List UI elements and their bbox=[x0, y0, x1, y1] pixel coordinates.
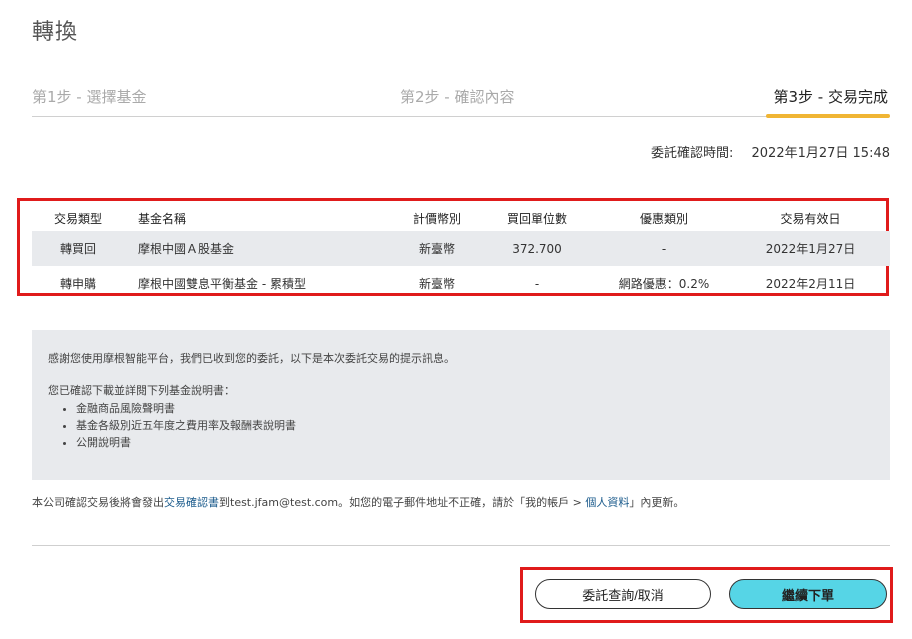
col-transaction-type: 交易類型 bbox=[53, 211, 102, 226]
prospectus-list: 金融商品風險聲明書 基金各級別近五年度之費用率及報酬表說明書 公開說明書 bbox=[60, 400, 296, 451]
list-item: 基金各級別近五年度之費用率及報酬表說明書 bbox=[76, 417, 296, 434]
cell-discount-type: - bbox=[597, 231, 731, 266]
confirmation-time: 委託確認時間: 2022年1月27日 15:48 bbox=[651, 142, 890, 161]
step-2-label: 第2步 - 確認內容 bbox=[400, 88, 515, 106]
email-note-text-2: 到test.jfam@test.com。如您的電子郵件地址不正確，請於「我的帳戶… bbox=[219, 496, 586, 509]
transaction-table: 交易類型 基金名稱 計價幣別 買回單位數 優惠類別 交易有效日 轉買回 摩根中國… bbox=[32, 205, 890, 301]
notice-panel: 感謝您使用摩根智能平台，我們已收到您的委託，以下是本次委託交易的提示訊息。 您已… bbox=[32, 330, 890, 480]
email-note: 本公司確認交易後將會發出交易確認書到test.jfam@test.com。如您的… bbox=[32, 494, 684, 510]
col-discount-type: 優惠類別 bbox=[639, 211, 688, 226]
cell-effective-date: 2022年1月27日 bbox=[731, 231, 890, 266]
cell-fund-name: 摩根中國雙息平衡基金 - 累積型 bbox=[138, 277, 306, 291]
personal-info-link[interactable]: 個人資料 bbox=[585, 496, 629, 509]
step-1-label: 第1步 - 選擇基金 bbox=[32, 88, 147, 106]
list-item: 公開說明書 bbox=[76, 434, 296, 451]
email-note-text-1: 本公司確認交易後將會發出 bbox=[32, 496, 164, 509]
notice-thanks-text: 感謝您使用摩根智能平台，我們已收到您的委託，以下是本次委託交易的提示訊息。 bbox=[48, 352, 455, 365]
cell-currency: 新臺幣 bbox=[397, 231, 477, 266]
order-query-cancel-button[interactable]: 委託查詢/取消 bbox=[535, 579, 711, 609]
list-item: 金融商品風險聲明書 bbox=[76, 400, 296, 417]
transaction-table-highlight: 交易類型 基金名稱 計價幣別 買回單位數 優惠類別 交易有效日 轉買回 摩根中國… bbox=[17, 198, 890, 296]
step-3-label: 第3步 - 交易完成 bbox=[773, 88, 889, 106]
trade-confirmation-link[interactable]: 交易確認書 bbox=[164, 496, 219, 509]
confirmation-time-label: 委託確認時間: bbox=[650, 146, 734, 161]
table-row: 轉申購 摩根中國雙息平衡基金 - 累積型 新臺幣 - 網路優惠：0.2% 202… bbox=[32, 266, 890, 301]
col-effective-date: 交易有效日 bbox=[780, 211, 841, 226]
section-divider bbox=[32, 545, 890, 546]
table-row: 轉買回 摩根中國Ａ股基金 新臺幣 372.700 - 2022年1月27日 bbox=[32, 231, 890, 266]
cell-discount-type: 網路優惠：0.2% bbox=[618, 277, 710, 291]
action-buttons-highlight: 委託查詢/取消 繼續下單 bbox=[520, 567, 893, 623]
cell-redeem-units: - bbox=[534, 276, 540, 291]
table-header-row: 交易類型 基金名稱 計價幣別 買回單位數 優惠類別 交易有效日 bbox=[32, 205, 890, 231]
active-step-indicator bbox=[766, 114, 890, 118]
col-currency: 計價幣別 bbox=[412, 211, 461, 226]
cell-transaction-type: 轉申購 bbox=[59, 277, 96, 291]
page-title: 轉換 bbox=[32, 20, 79, 45]
confirmation-time-value: 2022年1月27日 15:48 bbox=[751, 146, 891, 161]
cell-redeem-units: 372.700 bbox=[477, 231, 597, 266]
col-fund-name: 基金名稱 bbox=[138, 211, 187, 226]
continue-order-button[interactable]: 繼續下單 bbox=[729, 579, 887, 609]
col-redeem-units: 買回單位數 bbox=[506, 211, 567, 226]
cell-fund-name: 摩根中國Ａ股基金 bbox=[124, 231, 397, 266]
cell-currency: 新臺幣 bbox=[418, 277, 455, 291]
step-progress: 第1步 - 選擇基金 第2步 - 確認內容 第3步 - 交易完成 bbox=[32, 82, 890, 118]
email-note-text-3: 」內更新。 bbox=[629, 496, 685, 509]
cell-effective-date: 2022年2月11日 bbox=[765, 277, 856, 291]
cell-transaction-type: 轉買回 bbox=[32, 231, 124, 266]
notice-prospectus-text: 您已確認下載並詳閱下列基金說明書： bbox=[48, 384, 235, 397]
